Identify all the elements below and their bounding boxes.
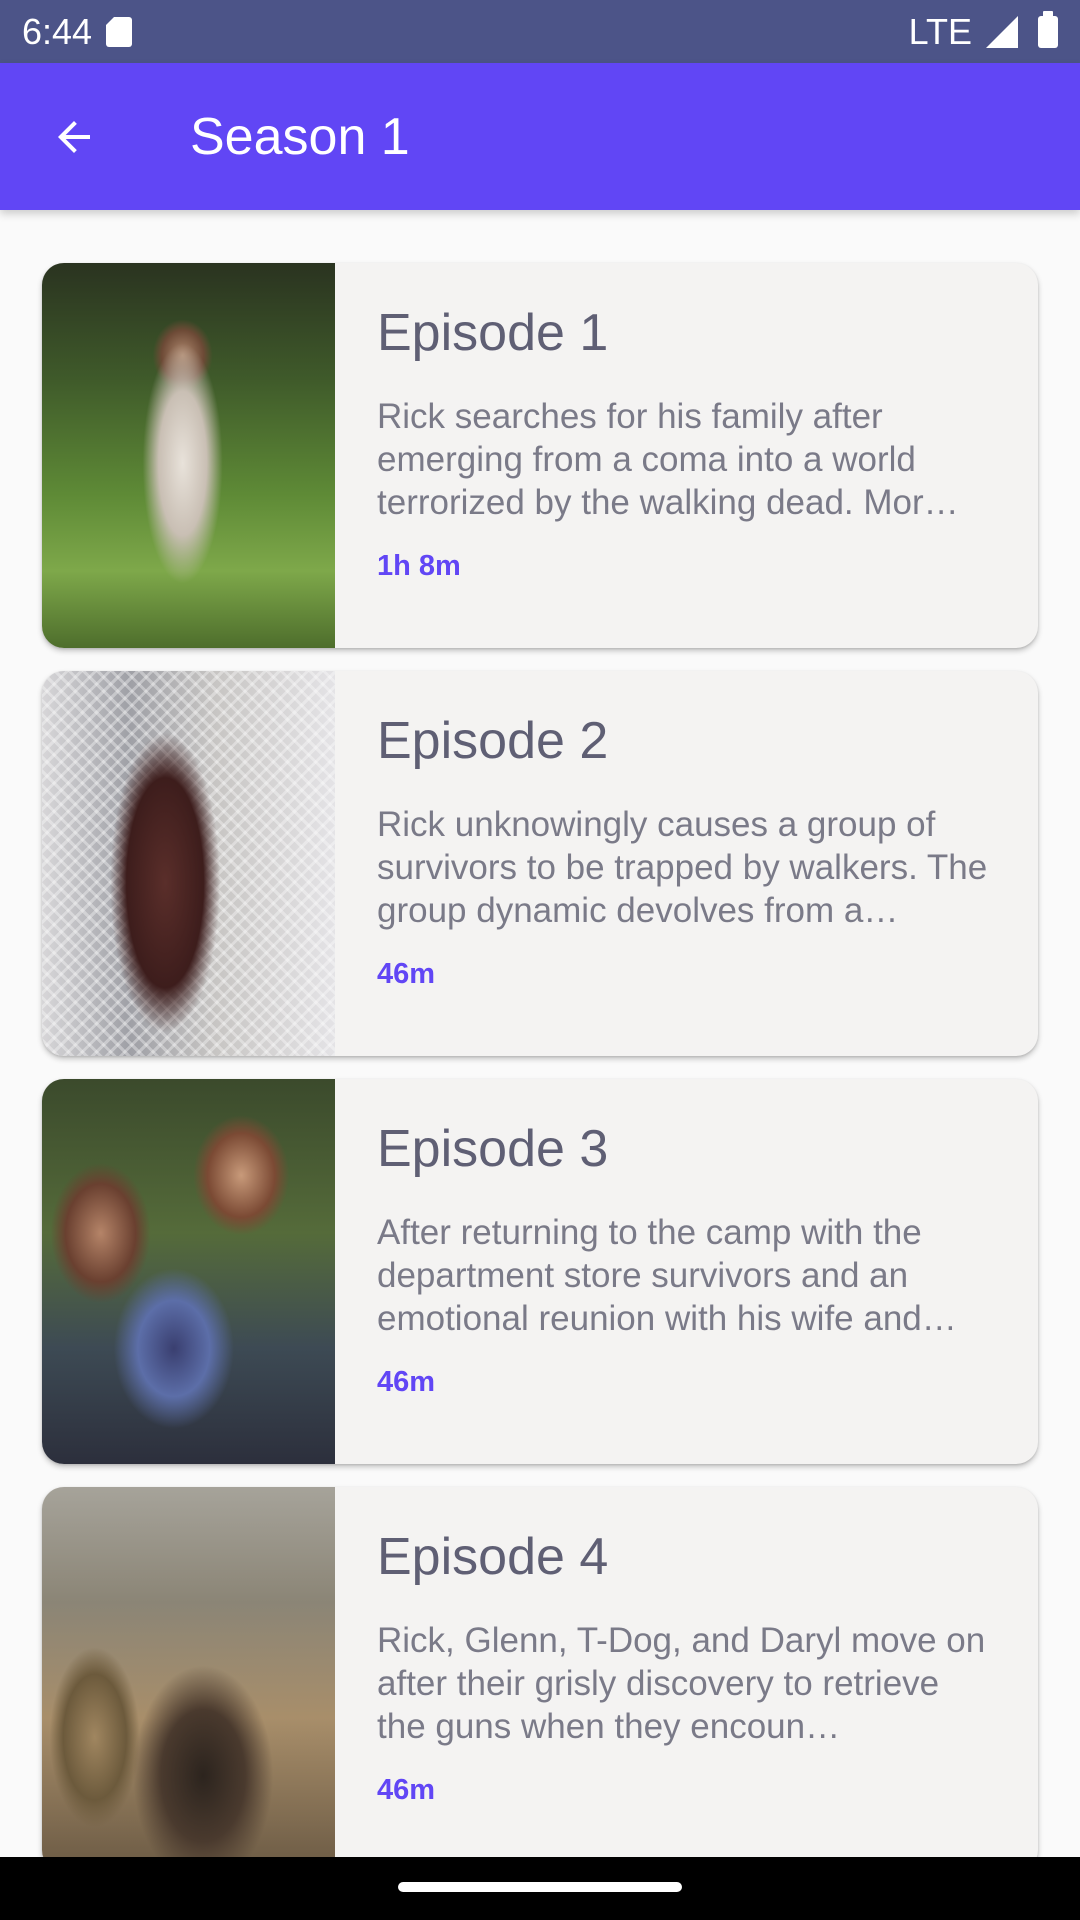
episode-description: Rick, Glenn, T-Dog, and Daryl move on af…	[377, 1621, 986, 1746]
episode-card-4[interactable]: Episode 4 Rick, Glenn, T-Dog, and Daryl …	[42, 1487, 1038, 1872]
status-right: LTE	[908, 10, 1058, 53]
episode-thumbnail	[42, 1079, 335, 1464]
episode-duration: 46m	[377, 958, 436, 990]
episode-duration: 46m	[377, 1774, 436, 1806]
episode-title: Episode 1	[377, 304, 609, 362]
episode-thumbnail	[42, 1487, 335, 1872]
status-time: 6:44	[22, 10, 93, 52]
network-type: LTE	[908, 10, 972, 52]
episode-description: Rick unknowingly causes a group of survi…	[377, 805, 988, 930]
arrow-left-icon	[58, 120, 90, 153]
navigation-bar	[0, 1857, 1080, 1920]
episode-duration: 1h 8m	[377, 550, 461, 582]
home-gesture-handle[interactable]	[398, 1882, 682, 1892]
screen: 6:44 LTE Season 1 Episode 1 Rick searche…	[0, 0, 1080, 1920]
episode-list: Episode 1 Rick searches for his family a…	[42, 263, 1038, 1895]
episode-description: Rick searches for his family after emerg…	[377, 397, 959, 522]
episode-title: Episode 2	[377, 712, 609, 770]
episode-thumbnail	[42, 671, 335, 1056]
episode-title: Episode 3	[377, 1120, 609, 1178]
episode-title: Episode 4	[377, 1528, 609, 1586]
episode-info: Episode 1 Rick searches for his family a…	[335, 263, 1038, 648]
episode-info: Episode 4 Rick, Glenn, T-Dog, and Daryl …	[335, 1487, 1038, 1872]
episode-duration: 46m	[377, 1366, 436, 1398]
episode-card-2[interactable]: Episode 2 Rick unknowingly causes a grou…	[42, 671, 1038, 1056]
battery-icon	[1038, 10, 1058, 48]
episode-info: Episode 3 After returning to the camp wi…	[335, 1079, 1038, 1464]
app-bar: Season 1	[0, 63, 1080, 210]
sd-card-icon	[106, 16, 133, 47]
episode-description: After returning to the camp with the dep…	[377, 1213, 957, 1338]
signal-icon	[986, 15, 1018, 48]
episode-card-3[interactable]: Episode 3 After returning to the camp wi…	[42, 1079, 1038, 1464]
status-left: 6:44	[22, 10, 133, 53]
episode-thumbnail	[42, 263, 335, 648]
episode-info: Episode 2 Rick unknowingly causes a grou…	[335, 671, 1038, 1056]
episode-card-1[interactable]: Episode 1 Rick searches for his family a…	[42, 263, 1038, 648]
page-title: Season 1	[190, 107, 410, 166]
back-button[interactable]	[24, 87, 124, 187]
status-bar: 6:44 LTE	[0, 0, 1080, 63]
